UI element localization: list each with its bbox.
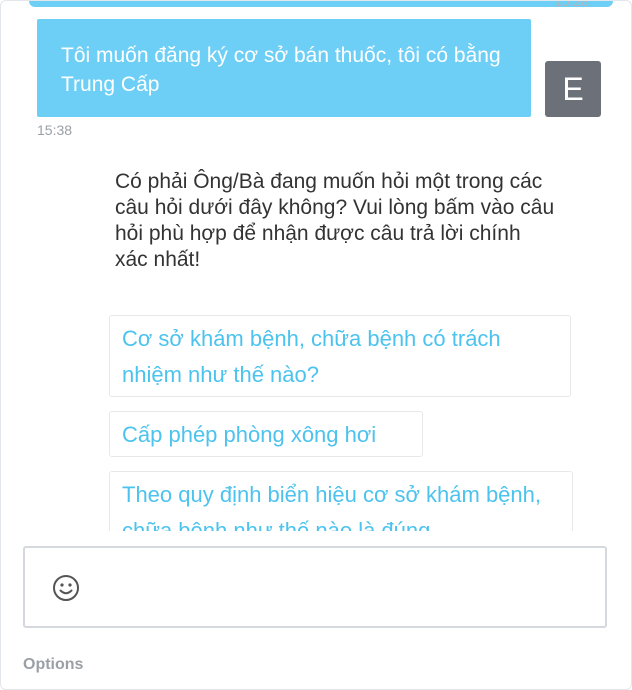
options-link[interactable]: Options bbox=[23, 656, 83, 674]
chat-widget: 15:28 Tôi muốn đăng ký cơ sở bán thuốc, … bbox=[0, 0, 632, 690]
message-input[interactable] bbox=[23, 546, 607, 628]
user-message-text: Tôi muốn đăng ký cơ sở bán thuốc, tôi có… bbox=[61, 44, 501, 96]
user-message-time: 15:38 bbox=[37, 122, 73, 138]
suggestion-list: Cơ sở khám bệnh, chữa bệnh có trách nhiệ… bbox=[109, 315, 579, 531]
previous-message-bubble-edge bbox=[29, 1, 613, 7]
user-avatar: E bbox=[545, 61, 601, 117]
previous-message-time: 15:28 bbox=[553, 0, 589, 9]
suggestion-button[interactable]: Theo quy định biển hiệu cơ sở khám bệnh,… bbox=[109, 471, 573, 531]
suggestion-button[interactable]: Cấp phép phòng xông hơi bbox=[109, 411, 423, 457]
smiley-icon[interactable] bbox=[51, 573, 81, 603]
bot-message-text: Có phải Ông/Bà đang muốn hỏi một trong c… bbox=[115, 170, 555, 271]
user-message-bubble: Tôi muốn đăng ký cơ sở bán thuốc, tôi có… bbox=[37, 19, 531, 117]
suggestion-button[interactable]: Cơ sở khám bệnh, chữa bệnh có trách nhiệ… bbox=[109, 315, 571, 397]
